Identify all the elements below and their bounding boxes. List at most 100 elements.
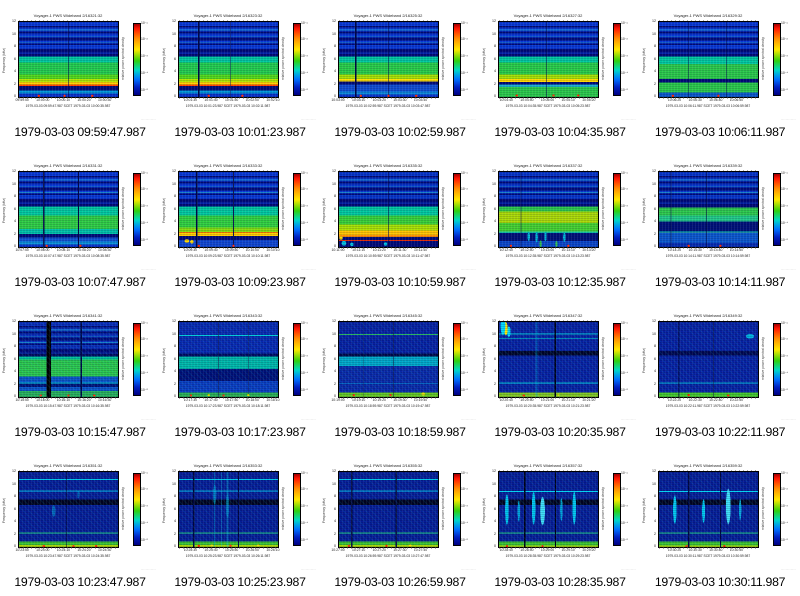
colorbar-label: relative power spectral density <box>761 187 765 231</box>
x-axis-ticks: 10:22:20 10:22:30 10:22:40 10:22:50 <box>667 398 743 402</box>
spectrogram-thumbnail[interactable]: Voyager-1 PWS Wideband 2/16353:32 Freque… <box>160 458 320 596</box>
colorbar-label: relative power spectral density <box>281 337 285 381</box>
spectrogram-thumbnail[interactable]: Voyager-1 PWS Wideband 2/16339:32 Freque… <box>640 158 800 308</box>
plot-stamp: ------------ <box>300 418 316 421</box>
thumbnail-caption: 1979-03-03 10:23:47.987 <box>14 575 146 589</box>
plot-stamp: ------------ <box>300 568 316 571</box>
colorbar <box>293 173 301 246</box>
plot-stamp: ------------ <box>460 418 476 421</box>
colorbar <box>613 23 621 96</box>
plot-stamp: ------------ <box>620 118 636 121</box>
plot-stamp: ------------ <box>780 418 796 421</box>
thumbnail-grid: Voyager-1 PWS Wideband 2/16321:32 Freque… <box>0 0 800 596</box>
colorbar <box>293 23 301 96</box>
spectrogram-thumbnail[interactable]: Voyager-1 PWS Wideband 2/16341:32 Freque… <box>0 308 160 458</box>
thumbnail-caption: 1979-03-03 10:02:59.987 <box>334 125 466 139</box>
spectrogram-thumbnail[interactable]: Voyager-1 PWS Wideband 2/16335:32 Freque… <box>320 158 480 308</box>
scet-range-label: 1979-03-03 10:26:59.987 SCET 1979-03-03 … <box>345 553 431 558</box>
colorbar <box>133 173 141 246</box>
colorbar <box>293 323 301 396</box>
colorbar-label: relative power spectral density <box>601 337 605 381</box>
colorbar-label: relative power spectral density <box>441 37 445 81</box>
thumbnail-caption: 1979-03-03 10:12:35.987 <box>494 275 626 289</box>
x-axis-ticks: 10:25:30 10:25:40 10:25:50 10:26:00 10:26:10 <box>183 548 280 552</box>
spectrogram-thumbnail[interactable]: Voyager-1 PWS Wideband 2/16323:32 Freque… <box>160 8 320 158</box>
colorbar-label: relative power spectral density <box>601 37 605 81</box>
x-axis-ticks: 10:28:40 10:28:50 10:29:00 10:29:10 10:29:20 <box>499 548 596 552</box>
thumbnail-caption: 1979-03-03 10:22:11.987 <box>654 425 786 439</box>
x-axis-ticks: 10:19:00 10:19:10 10:19:20 10:19:30 10:19:40 <box>331 398 428 402</box>
thumbnail-caption: 1979-03-03 10:06:11.987 <box>654 125 786 139</box>
colorbar-label: relative power spectral density <box>441 487 445 531</box>
colorbar-label: relative power spectral density <box>281 187 285 231</box>
colorbar <box>773 323 781 396</box>
scet-range-label: 1979-03-03 10:12:35.987 SCET 1979-03-03 … <box>505 253 591 258</box>
colorbar <box>453 323 461 396</box>
spectrogram-thumbnail[interactable]: Voyager-1 PWS Wideband 2/16347:32 Freque… <box>480 308 640 458</box>
x-axis-ticks: 10:17:30 10:17:40 10:17:50 10:18:00 10:18:10 <box>183 398 280 402</box>
thumbnail-caption: 1979-03-03 10:07:47.987 <box>14 275 146 289</box>
scet-range-label: 1979-03-03 10:20:35.987 SCET 1979-03-03 … <box>505 403 591 408</box>
colorbar-label: relative power spectral density <box>121 187 125 231</box>
colorbar <box>773 473 781 546</box>
spectrogram-thumbnail[interactable]: Voyager-1 PWS Wideband 2/16329:32 Freque… <box>640 8 800 158</box>
spectrogram-thumbnail[interactable]: Voyager-1 PWS Wideband 2/16327:32 Freque… <box>480 8 640 158</box>
scet-range-label: 1979-03-03 10:06:11.987 SCET 1979-03-03 … <box>665 103 751 108</box>
colorbar <box>613 473 621 546</box>
spectrogram-thumbnail[interactable]: Voyager-1 PWS Wideband 2/16321:32 Freque… <box>0 8 160 158</box>
plot-stamp: ------------ <box>460 568 476 571</box>
colorbar-label: relative power spectral density <box>121 487 125 531</box>
plot-stamp: ------------ <box>460 118 476 121</box>
colorbar-label: relative power spectral density <box>121 37 125 81</box>
scet-range-label: 1979-03-03 10:01:23.987 SCET 1979-03-03 … <box>185 103 271 108</box>
plot-stamp: ------------ <box>300 268 316 271</box>
spectrogram-thumbnail[interactable]: Voyager-1 PWS Wideband 2/16355:32 Freque… <box>320 458 480 596</box>
spectrogram-thumbnail[interactable]: Voyager-1 PWS Wideband 2/16331:32 Freque… <box>0 158 160 308</box>
colorbar <box>133 473 141 546</box>
plot-stamp: ------------ <box>140 268 156 271</box>
spectrogram-thumbnail[interactable]: Voyager-1 PWS Wideband 2/16349:32 Freque… <box>640 308 800 458</box>
spectrogram-thumbnail[interactable]: Voyager-1 PWS Wideband 2/16333:32 Freque… <box>160 158 320 308</box>
x-axis-ticks: 10:09:30 10:09:40 10:09:50 10:10:00 10:10:10 <box>183 248 280 252</box>
spectrogram-thumbnail[interactable]: Voyager-1 PWS Wideband 2/16345:32 Freque… <box>320 308 480 458</box>
x-axis-ticks: 10:12:40 10:12:50 10:13:00 10:13:10 10:13:20 <box>499 248 596 252</box>
spectrogram-thumbnail[interactable]: Voyager-1 PWS Wideband 2/16343:32 Freque… <box>160 308 320 458</box>
scet-range-label: 1979-03-03 10:10:59.987 SCET 1979-03-03 … <box>345 253 431 258</box>
thumbnail-caption: 1979-03-03 10:10:59.987 <box>334 275 466 289</box>
thumbnail-caption: 1979-03-03 10:09:23.987 <box>174 275 306 289</box>
scet-range-label: 1979-03-03 10:23:47.987 SCET 1979-03-03 … <box>25 553 111 558</box>
scet-range-label: 1979-03-03 10:28:35.987 SCET 1979-03-03 … <box>505 553 591 558</box>
colorbar <box>133 23 141 96</box>
plot-stamp: ------------ <box>620 418 636 421</box>
colorbar-label: relative power spectral density <box>761 487 765 531</box>
x-axis-ticks: 10:27:00 10:27:10 10:27:20 10:27:30 10:27:40 <box>331 548 428 552</box>
colorbar-label: relative power spectral density <box>441 337 445 381</box>
scet-range-label: 1979-03-03 10:30:11.987 SCET 1979-03-03 … <box>665 553 751 558</box>
x-axis-ticks: 10:14:20 10:14:30 10:14:40 10:14:50 <box>667 248 743 252</box>
plot-stamp: ------------ <box>620 268 636 271</box>
thumbnail-caption: 1979-03-03 10:18:59.987 <box>334 425 466 439</box>
colorbar-label: relative power spectral density <box>761 37 765 81</box>
spectrogram-thumbnail[interactable]: Voyager-1 PWS Wideband 2/16337:32 Freque… <box>480 158 640 308</box>
plot-stamp: ------------ <box>460 268 476 271</box>
spectrogram-thumbnail[interactable]: Voyager-1 PWS Wideband 2/16357:32 Freque… <box>480 458 640 596</box>
colorbar <box>773 173 781 246</box>
thumbnail-caption: 1979-03-03 10:28:35.987 <box>494 575 626 589</box>
scet-range-label: 1979-03-03 10:09:23.987 SCET 1979-03-03 … <box>185 253 271 258</box>
spectrogram-thumbnail[interactable]: Voyager-1 PWS Wideband 2/16351:32 Freque… <box>0 458 160 596</box>
thumbnail-caption: 1979-03-03 10:17:23.987 <box>174 425 306 439</box>
spectrogram-thumbnail[interactable]: Voyager-1 PWS Wideband 2/16359:32 Freque… <box>640 458 800 596</box>
scet-range-label: 1979-03-03 10:02:59.987 SCET 1979-03-03 … <box>345 103 431 108</box>
scet-range-label: 1979-03-03 10:07:47.987 SCET 1979-03-03 … <box>25 253 111 258</box>
colorbar-label: relative power spectral density <box>121 337 125 381</box>
colorbar <box>453 173 461 246</box>
colorbar <box>133 323 141 396</box>
colorbar <box>453 473 461 546</box>
x-axis-ticks: 10:07:50 10:08:00 10:08:10 10:08:20 10:08:30 <box>15 248 112 252</box>
spectrogram-thumbnail[interactable]: Voyager-1 PWS Wideband 2/16325:32 Freque… <box>320 8 480 158</box>
plot-stamp: ------------ <box>620 568 636 571</box>
scet-range-label: 1979-03-03 10:22:11.987 SCET 1979-03-03 … <box>665 403 751 408</box>
plot-stamp: ------------ <box>140 568 156 571</box>
x-axis-ticks: 10:01:30 10:01:40 10:01:50 10:02:00 10:02:10 <box>183 98 280 102</box>
x-axis-ticks: 10:23:50 10:24:00 10:24:10 10:24:20 10:24:30 <box>15 548 112 552</box>
